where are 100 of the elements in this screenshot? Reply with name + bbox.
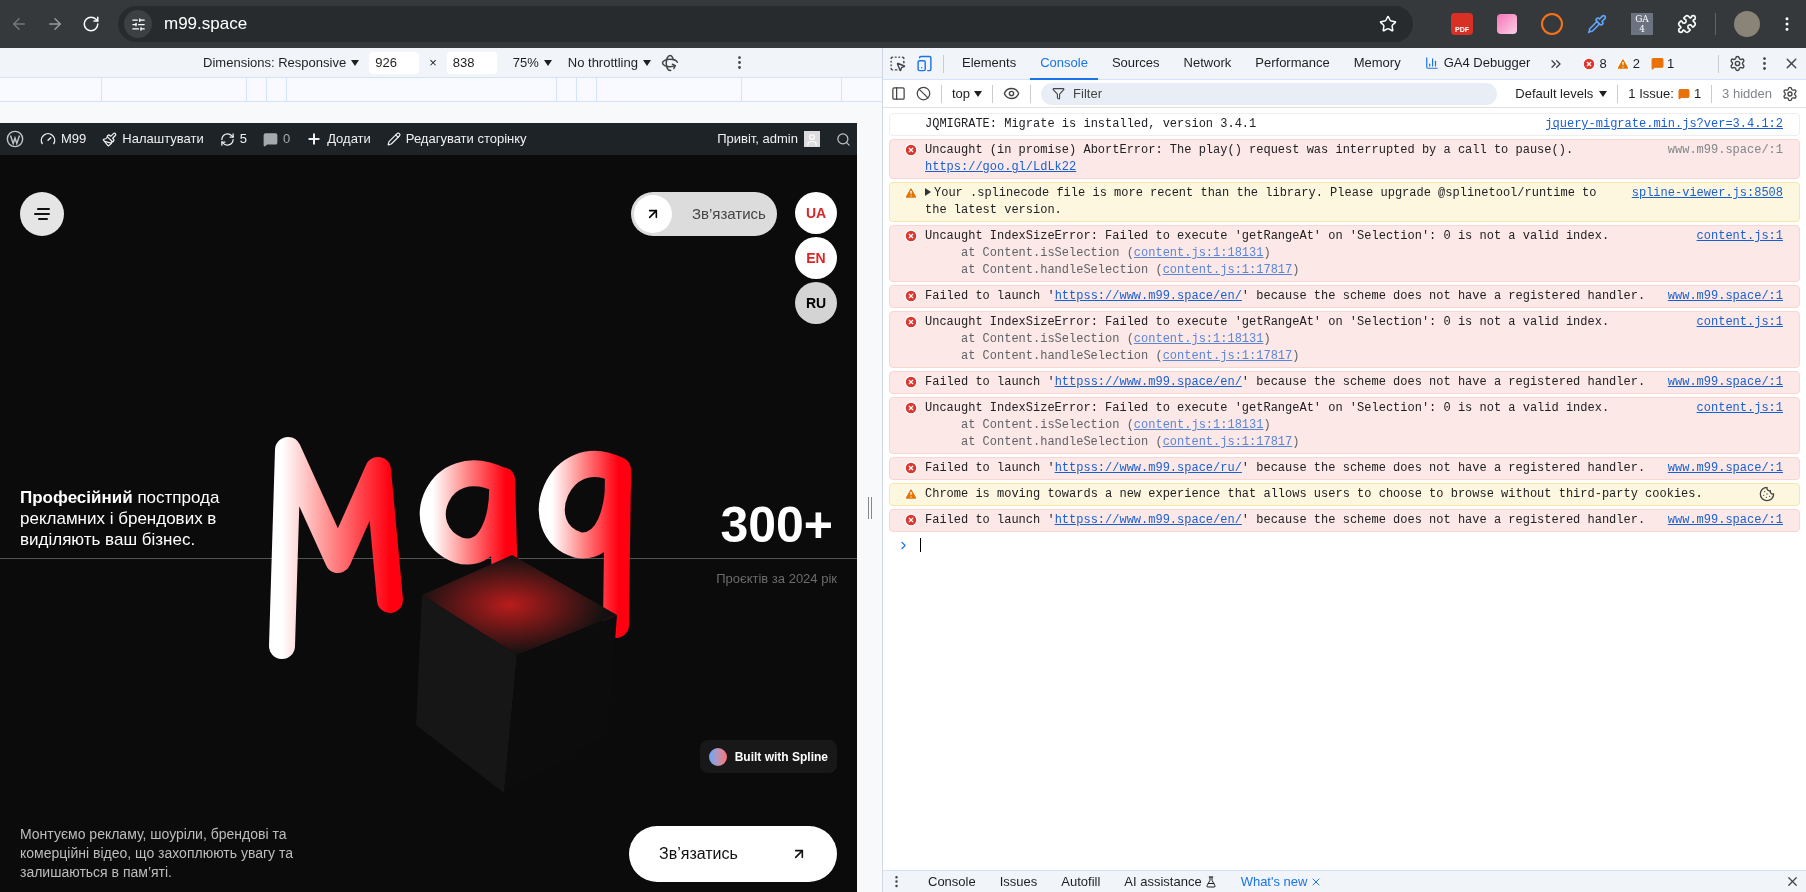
admin-bar-link[interactable]: Редагувати сторінку: [405, 129, 527, 149]
contact-button[interactable]: Зв’язатись: [629, 826, 837, 882]
console-message: Uncaught IndexSizeError: Failed to execute 'getRangeAt' on 'Selection': 0 is not a valid index.: [925, 314, 1611, 331]
forward-icon[interactable]: [46, 15, 64, 33]
inspect-element-icon[interactable]: [889, 55, 906, 72]
message-link[interactable]: httpss://www.m99.space/en/: [1054, 513, 1242, 527]
devtools-tab[interactable]: Network: [1173, 47, 1242, 80]
warning-icon: [904, 487, 918, 501]
issues-label[interactable]: 1 Issue:: [1628, 83, 1674, 104]
cookie-icon[interactable]: [1759, 486, 1775, 502]
source-link[interactable]: content.js:1: [1696, 314, 1783, 365]
drawer-tab[interactable]: What's new: [1230, 870, 1333, 892]
expand-triangle-icon[interactable]: [925, 188, 931, 196]
warning-count[interactable]: 2: [1632, 53, 1640, 74]
error-icon: [904, 289, 918, 303]
ga4-icon[interactable]: GA4: [1631, 13, 1653, 35]
extensions-icon[interactable]: [1677, 14, 1697, 34]
language-button[interactable]: EN: [795, 237, 837, 279]
close-icon[interactable]: [1785, 874, 1800, 889]
address-bar[interactable]: m99.space: [118, 6, 1413, 42]
admin-bar-link[interactable]: 0: [282, 129, 291, 149]
error-icon: [904, 513, 918, 527]
zoom-dropdown[interactable]: 75%: [512, 52, 552, 73]
greeting-text[interactable]: Привіт, admin: [717, 129, 798, 149]
bookmark-star-icon[interactable]: [1379, 15, 1397, 33]
throttling-dropdown[interactable]: No throttling: [567, 52, 651, 73]
description-text: Монтуємо рекламу, шоуріли, брендові та комерційні відео, що захоплюють увагу та залишаються в пам’яті.: [20, 825, 295, 882]
console-message: Chrome is moving towards a new experience that allows users to choose to browse without third-party cookies.: [925, 486, 1704, 503]
issue-count[interactable]: 1: [1666, 53, 1675, 74]
source-link[interactable]: spline-viewer.js:8508: [1631, 185, 1783, 219]
settings-icon[interactable]: [1729, 55, 1746, 72]
source-link[interactable]: www.m99.space/:1: [1667, 460, 1783, 477]
console-message: Failed to launch 'httpss://www.m99.space/ru/' because the scheme does not have a registered handler.: [925, 460, 1647, 477]
stat-number: 300+: [720, 500, 834, 550]
source-link[interactable]: jquery-migrate.min.js?ver=3.4.1:2: [1545, 116, 1783, 133]
eye-icon[interactable]: [1003, 85, 1021, 102]
filter-field[interactable]: Filter: [1041, 82, 1498, 105]
drawer-tab[interactable]: AI assistance: [1114, 870, 1227, 892]
spline-logo-icon: [708, 747, 727, 766]
message-link[interactable]: https://goo.gl/LdLk22: [925, 160, 1077, 174]
source-link[interactable]: www.m99.space/:1: [1667, 512, 1783, 529]
message-link[interactable]: httpss://www.m99.space/en/: [1054, 289, 1242, 303]
issue-icon: [1650, 57, 1664, 70]
devtools-tab[interactable]: Sources: [1101, 47, 1170, 80]
admin-bar-link[interactable]: M99: [61, 129, 87, 149]
search-icon[interactable]: [836, 131, 851, 147]
source-link[interactable]: www.m99.space/:1: [1667, 288, 1783, 305]
devtools-tab[interactable]: GA4 Debugger: [1414, 47, 1541, 80]
drawer-tab[interactable]: Issues: [989, 870, 1048, 892]
console-message: Failed to launch 'httpss://www.m99.space/en/' because the scheme does not have a registered handler.: [925, 288, 1647, 305]
contact-button[interactable]: Зв’язатись: [631, 192, 777, 236]
devtools-tab[interactable]: Performance: [1245, 47, 1340, 80]
stack-trace-line: at Content.handleSelection (content.js:1:17817): [960, 434, 1301, 451]
console-message: Uncaught (in promise) AbortError: The play() request was interrupted by a call to pause(). https://goo.gl/LdLk22: [925, 142, 1575, 176]
back-icon[interactable]: [10, 15, 28, 33]
avatar-icon: [805, 133, 819, 147]
resize-handle-icon[interactable]: [867, 496, 872, 519]
console-message: Failed to launch 'httpss://www.m99.space/en/' because the scheme does not have a registered handler.: [925, 374, 1647, 391]
spline-badge[interactable]: Built with Spline: [699, 740, 837, 773]
source-link[interactable]: content.js:1: [1696, 400, 1783, 451]
error-count[interactable]: 8: [1599, 53, 1607, 74]
source-link[interactable]: www.m99.space/:1: [1667, 374, 1783, 391]
context-dropdown[interactable]: top: [952, 83, 983, 104]
sidebar-icon[interactable]: [891, 86, 906, 101]
dimensions-dropdown[interactable]: Dimensions: Responsive: [203, 52, 360, 73]
admin-bar-link[interactable]: Налаштувати: [122, 129, 204, 149]
settings-icon[interactable]: [1782, 85, 1798, 102]
menu-button[interactable]: [20, 192, 64, 236]
console-message: Your .splinecode file is more recent than the library. Please upgrade @splinetool/runtime to the latest version.: [925, 185, 1598, 219]
devtools-tab[interactable]: Console: [1030, 47, 1098, 80]
devtools-tab[interactable]: Elements: [952, 47, 1027, 80]
admin-bar-link[interactable]: Додати: [327, 129, 371, 149]
gradient-square-icon[interactable]: [1497, 14, 1517, 34]
source-link[interactable]: content.js:1: [1696, 228, 1783, 279]
intro-text: Професійний постпрода рекламних і брендових в виділяють ваш бізнес.: [20, 487, 221, 550]
admin-bar-link[interactable]: 5: [239, 129, 247, 149]
site-settings-icon[interactable]: [130, 16, 146, 32]
caret-icon: [543, 59, 552, 66]
levels-dropdown[interactable]: Default levels: [1515, 83, 1608, 104]
message-link[interactable]: httpss://www.m99.space/en/: [1054, 375, 1242, 389]
avatar-icon[interactable]: [1734, 11, 1760, 37]
message-link[interactable]: httpss://www.m99.space/ru/: [1054, 461, 1242, 475]
height-field[interactable]: 838: [446, 51, 497, 74]
console-message: Uncaught IndexSizeError: Failed to execute 'getRangeAt' on 'Selection': 0 is not a valid index.: [925, 400, 1611, 417]
language-button[interactable]: UA: [795, 192, 837, 234]
width-field[interactable]: 926: [369, 51, 420, 74]
drawer-tab[interactable]: Autofill: [1051, 870, 1111, 892]
reload-icon[interactable]: [82, 15, 100, 33]
devtools-tab[interactable]: Memory: [1343, 47, 1411, 80]
eyedropper-icon[interactable]: [1587, 14, 1607, 34]
clear-icon[interactable]: [916, 86, 931, 101]
filter-icon: [1052, 87, 1066, 100]
device-toolbar-icon[interactable]: [916, 55, 933, 72]
language-button[interactable]: RU: [795, 282, 837, 324]
rotate-icon[interactable]: [660, 53, 679, 72]
stack-trace-line: at Content.handleSelection (content.js:1:17817): [960, 262, 1301, 279]
circle-letter-icon[interactable]: [1541, 13, 1563, 35]
drawer-tab[interactable]: Console: [918, 870, 986, 892]
wordpress-logo-icon[interactable]: [6, 130, 24, 148]
issue-count[interactable]: 1: [1693, 83, 1702, 104]
